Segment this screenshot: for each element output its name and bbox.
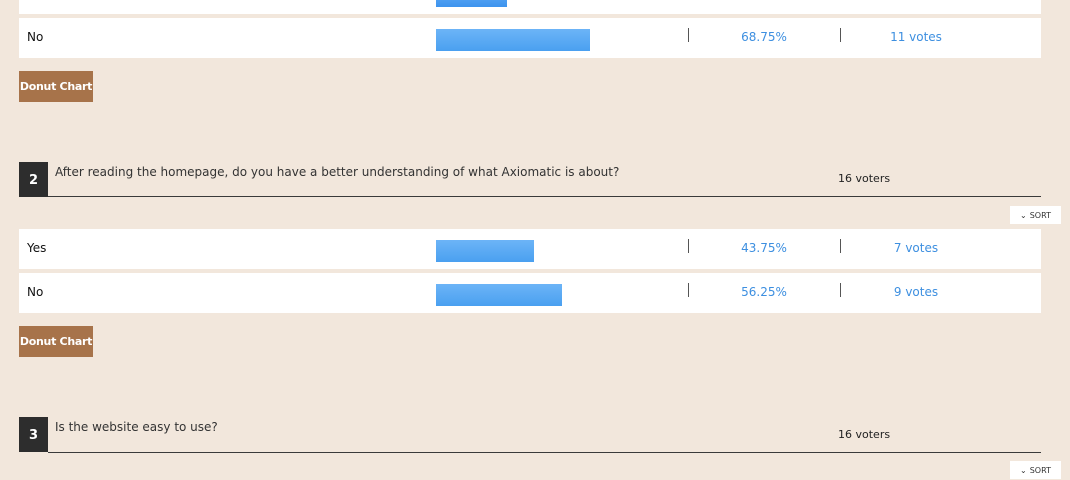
chevron-down-icon: ⌄ <box>1020 465 1027 475</box>
divider <box>688 239 689 253</box>
answer-row: Yes 43.75% 7 votes <box>19 229 1041 269</box>
vote-count[interactable]: 9 votes <box>841 285 991 299</box>
voter-count: 16 voters <box>838 428 891 441</box>
question-underline <box>48 452 1041 453</box>
divider <box>688 283 689 297</box>
sort-label: SORT <box>1029 465 1051 475</box>
result-bar-track <box>436 0 616 7</box>
result-bar <box>436 29 590 51</box>
donut-chart-button[interactable]: Donut Chart <box>19 326 93 357</box>
divider <box>688 28 689 42</box>
result-bar <box>436 0 507 7</box>
vote-count[interactable]: 7 votes <box>841 241 991 255</box>
question-text: Is the website easy to use? <box>55 420 218 434</box>
vote-count[interactable]: 11 votes <box>841 30 991 44</box>
voter-count: 16 voters <box>838 172 891 185</box>
sort-button[interactable]: ⌄ SORT <box>1010 461 1061 479</box>
answer-row: No 68.75% 11 votes <box>19 18 1041 58</box>
result-bar-track <box>436 29 616 51</box>
answer-row: No 56.25% 9 votes <box>19 273 1041 313</box>
result-bar <box>436 284 562 306</box>
percentage: 43.75% <box>741 241 787 255</box>
sort-label: SORT <box>1029 210 1051 220</box>
sort-button[interactable]: ⌄ SORT <box>1010 206 1061 224</box>
question-number: 3 <box>19 417 48 452</box>
percentage: 68.75% <box>741 30 787 44</box>
percentage: 56.25% <box>741 285 787 299</box>
question-number: 2 <box>19 162 48 197</box>
partial-answer-row <box>19 0 1041 14</box>
question-underline <box>48 196 1041 197</box>
donut-chart-button[interactable]: Donut Chart <box>19 71 93 102</box>
answer-label: No <box>27 285 44 299</box>
result-bar-track <box>436 284 616 306</box>
answer-label: No <box>27 30 44 44</box>
result-bar-track <box>436 240 616 262</box>
answer-label: Yes <box>27 241 47 255</box>
question-text: After reading the homepage, do you have … <box>55 165 620 179</box>
result-bar <box>436 240 534 262</box>
chevron-down-icon: ⌄ <box>1020 210 1027 220</box>
